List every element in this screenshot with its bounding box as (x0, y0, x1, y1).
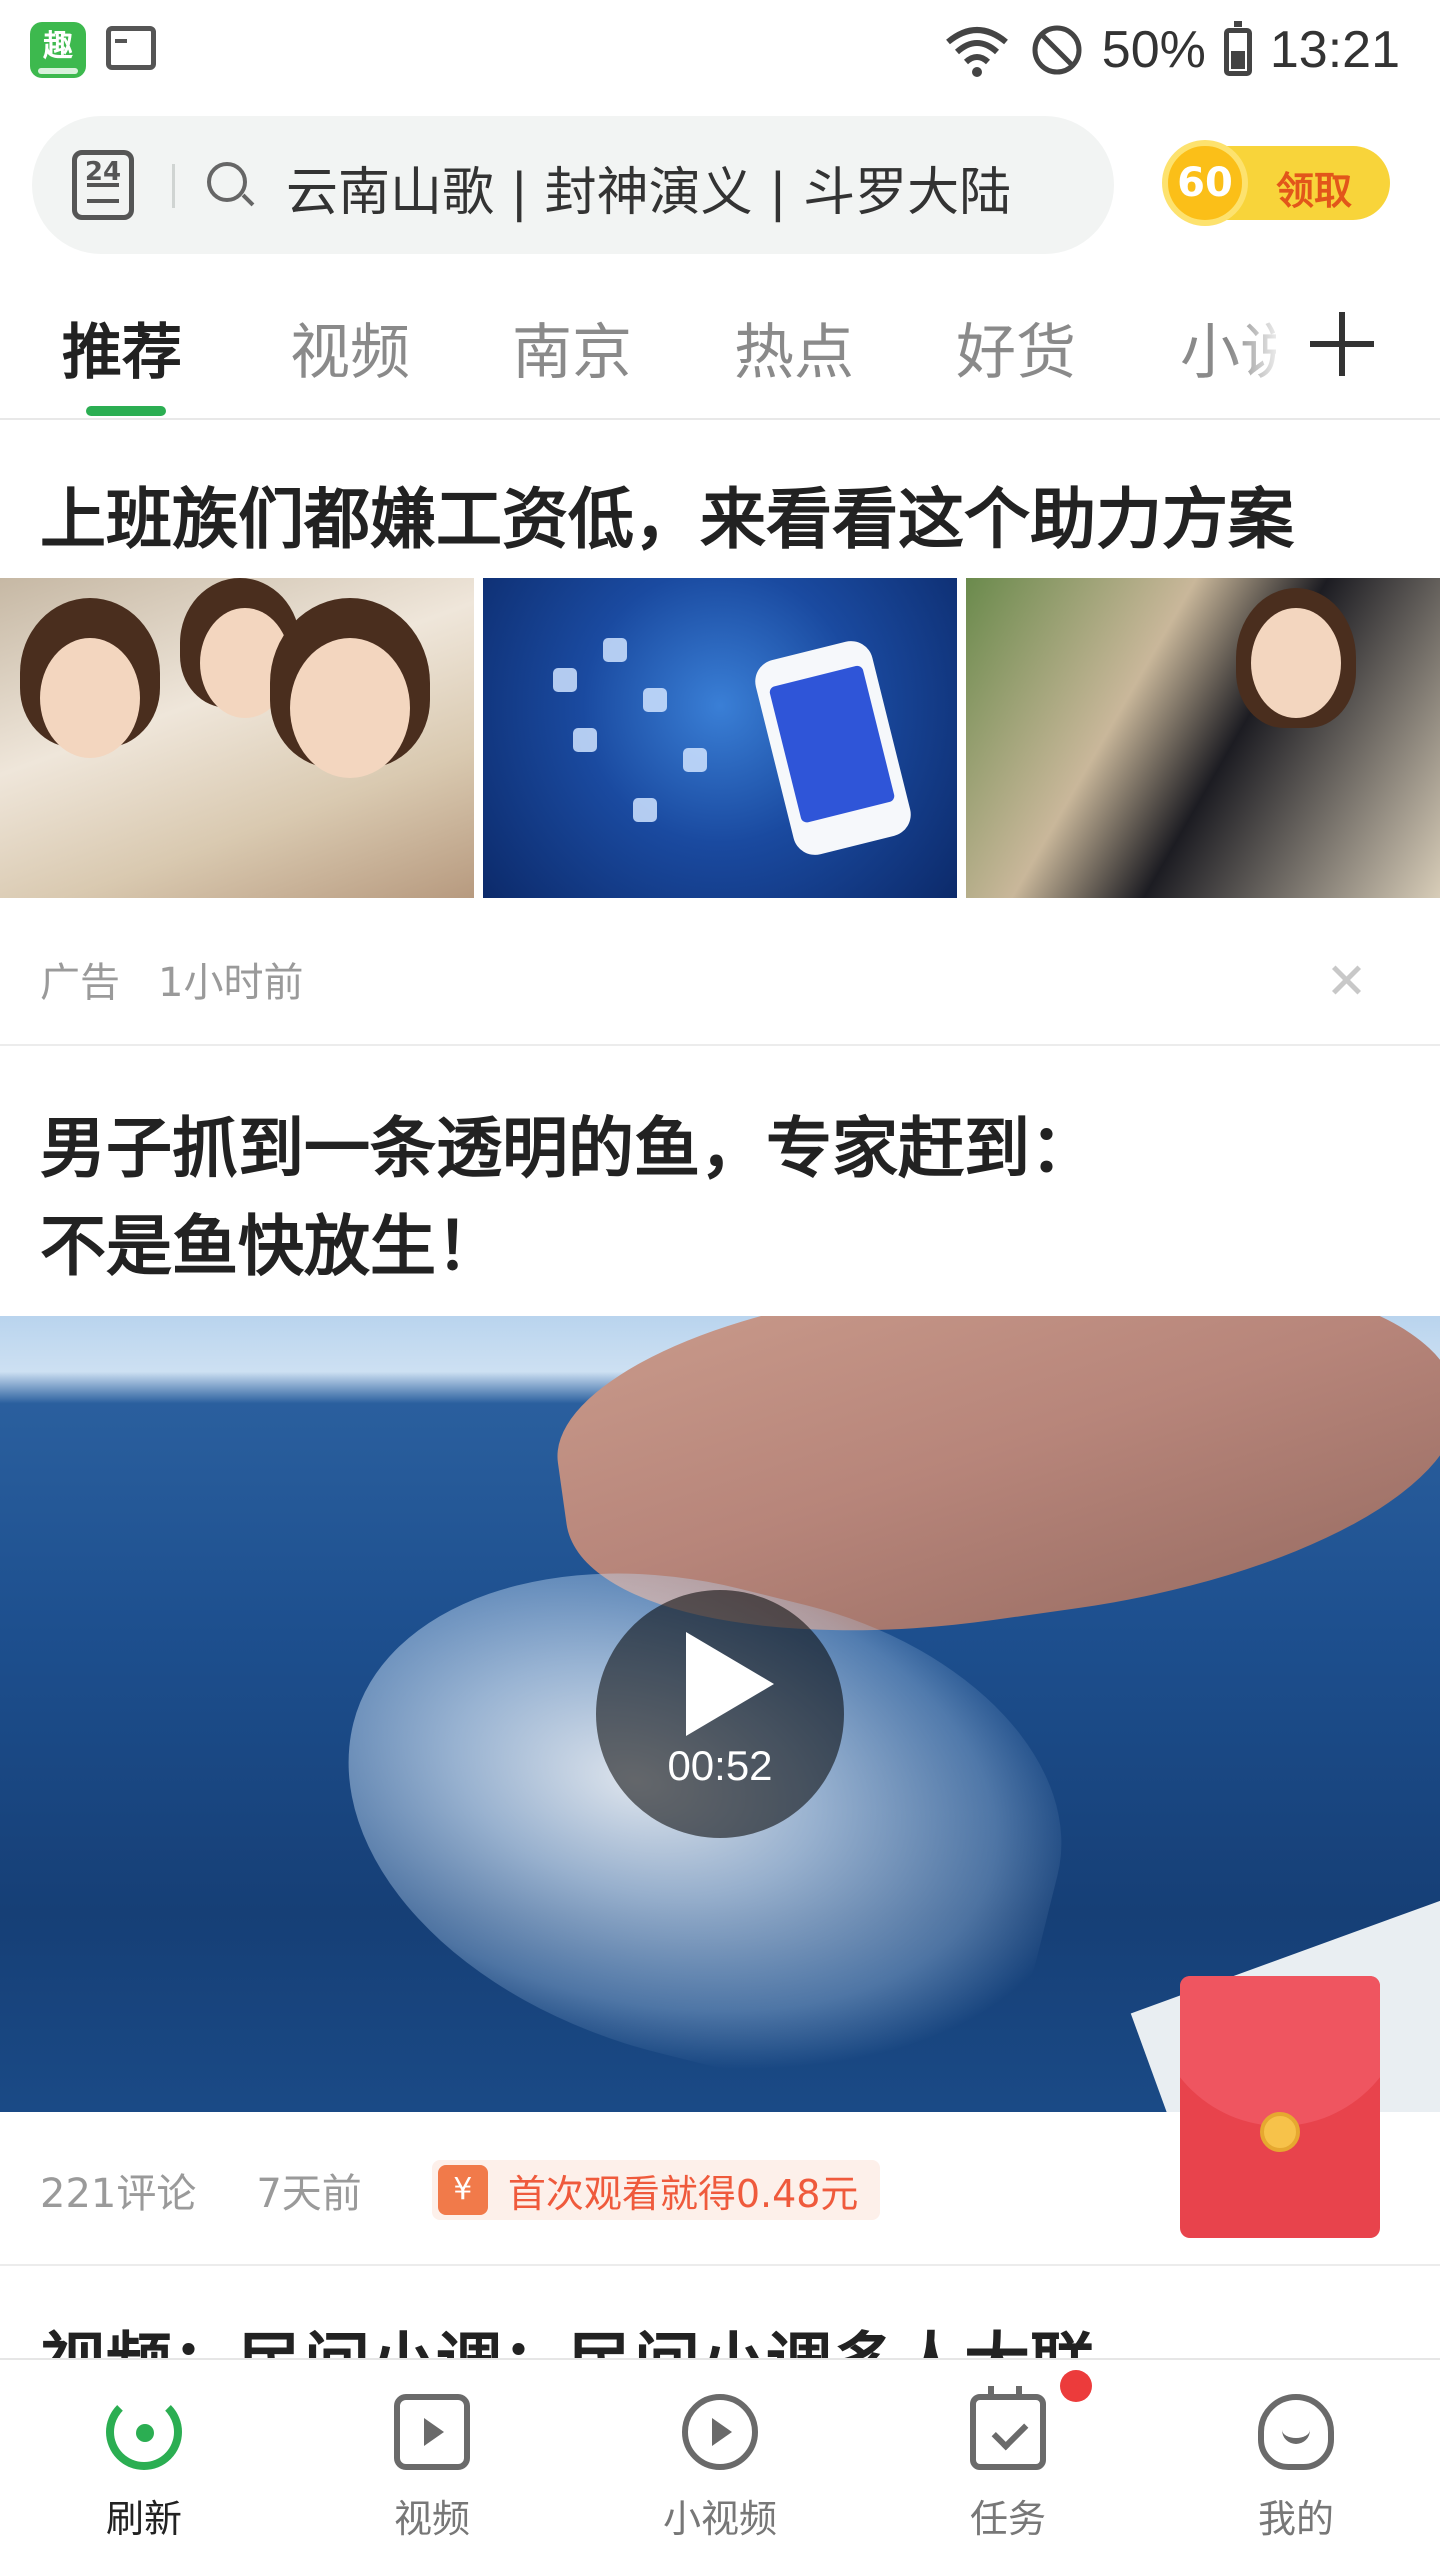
coin-icon: 60 (1162, 140, 1248, 226)
bottom-navigation: 刷新 视频 小视频 任务 我的 (0, 2358, 1440, 2560)
feed-divider (0, 2264, 1440, 2266)
tab-fade (1230, 284, 1310, 394)
news-meta: 221评论 7天前 ¥ 首次观看就得0.48元 (40, 2160, 881, 2220)
nav-label: 我的 (1257, 2497, 1334, 2541)
video-icon (394, 2394, 470, 2470)
ad-meta: 广告 1小时前 (40, 950, 303, 1008)
do-not-disturb-icon (1032, 25, 1082, 75)
tab-video[interactable]: 视频 (290, 304, 410, 391)
me-icon (1258, 2394, 1334, 2470)
add-channel-icon[interactable] (1310, 312, 1374, 376)
app-notification-icon: 趣 (30, 22, 86, 78)
search-bar[interactable]: 24 云南山歌 | 封神演义 | 斗罗大陆 (32, 116, 1114, 254)
reward-badge: ¥ 首次观看就得0.48元 (431, 2160, 881, 2220)
phone-shape (750, 636, 916, 860)
news-title[interactable]: 男子抓到一条透明的鱼，专家赶到： 不是鱼快放生！ (40, 1100, 1340, 1296)
terminal-icon (106, 26, 156, 70)
nav-label: 小视频 (662, 2497, 777, 2541)
refresh-icon (106, 2394, 182, 2470)
tab-hot[interactable]: 热点 (734, 304, 854, 391)
wifi-icon (945, 27, 1008, 77)
tab-goods[interactable]: 好货 (956, 304, 1076, 391)
video-duration: 00:52 (667, 1742, 773, 1789)
status-indicators: 50% 13:21 (942, 18, 1400, 82)
app-screen: 趣 50% 13:21 24 云南山歌 | 封神演义 | 斗罗大陆 60 领取 … (0, 0, 1440, 2560)
ad-title[interactable]: 上班族们都嫌工资低，来看看这个助力方案 (40, 466, 1294, 562)
active-tab-indicator (86, 406, 166, 416)
envelope-seal-icon (1260, 2112, 1300, 2152)
clock: 13:21 (1269, 21, 1400, 79)
short-video-icon (682, 2394, 758, 2470)
news-time: 7天前 (256, 2171, 362, 2217)
app-node (553, 668, 577, 692)
status-bar: 趣 50% 13:21 (0, 0, 1440, 104)
battery-icon (1223, 21, 1252, 76)
nav-label: 任务 (969, 2497, 1046, 2541)
notification-dot (1060, 2370, 1092, 2402)
ad-image-women-phone[interactable] (0, 578, 474, 898)
app-node (633, 798, 657, 822)
play-button[interactable]: 00:52 (596, 1590, 844, 1838)
yen-icon: ¥ (437, 2165, 488, 2215)
channel-tabs: 推荐 视频 南京 热点 好货 小说 (0, 264, 1440, 420)
ad-image-phone-apps[interactable] (483, 578, 957, 898)
red-envelope-button[interactable] (1180, 1976, 1380, 2238)
play-icon (686, 1632, 774, 1736)
task-icon (970, 2386, 1046, 2470)
nav-refresh[interactable]: 刷新 (0, 2360, 288, 2560)
app-node (643, 688, 667, 712)
nav-me[interactable]: 我的 (1152, 2360, 1440, 2560)
search-divider (172, 164, 175, 208)
nav-label: 视频 (393, 2497, 470, 2541)
calendar-date: 24 (84, 157, 122, 187)
search-icon (207, 162, 247, 202)
reward-text: 首次观看就得0.48元 (507, 2171, 859, 2216)
news-title-line2: 不是鱼快放生！ (40, 1208, 502, 1285)
face-shape (290, 638, 410, 778)
ad-tag: 广告 (40, 960, 120, 1006)
coin-claim-label: 领取 (1276, 169, 1353, 213)
envelope-flap (1180, 1976, 1380, 2126)
search-row: 24 云南山歌 | 封神演义 | 斗罗大陆 60 领取 (0, 104, 1440, 264)
battery-percent: 50% (1101, 21, 1206, 79)
feed-divider (0, 1044, 1440, 1046)
app-icon-label: 趣 (43, 29, 73, 64)
close-icon[interactable] (1328, 962, 1364, 998)
comment-count: 221评论 (40, 2171, 197, 2217)
search-input[interactable]: 云南山歌 | 封神演义 | 斗罗大陆 (286, 150, 1011, 225)
ad-time: 1小时前 (158, 960, 304, 1006)
tab-recommend[interactable]: 推荐 (62, 304, 182, 391)
tab-nanjing[interactable]: 南京 (512, 304, 632, 391)
nav-tasks[interactable]: 任务 (864, 2360, 1152, 2560)
app-node (573, 728, 597, 752)
app-node (603, 638, 627, 662)
calendar-icon[interactable]: 24 (72, 150, 134, 220)
coin-reward-button[interactable]: 60 领取 (1162, 140, 1390, 226)
nav-video[interactable]: 视频 (288, 2360, 576, 2560)
face-shape (1251, 608, 1341, 718)
ad-image-woman-driving[interactable] (966, 578, 1440, 898)
nav-short-video[interactable]: 小视频 (576, 2360, 864, 2560)
news-title-line1: 男子抓到一条透明的鱼，专家赶到： (40, 1110, 1096, 1187)
ad-image-row[interactable] (0, 578, 1440, 898)
app-node (683, 748, 707, 772)
phone-screen (768, 664, 896, 824)
nav-label: 刷新 (105, 2497, 182, 2541)
face-shape (40, 638, 140, 758)
